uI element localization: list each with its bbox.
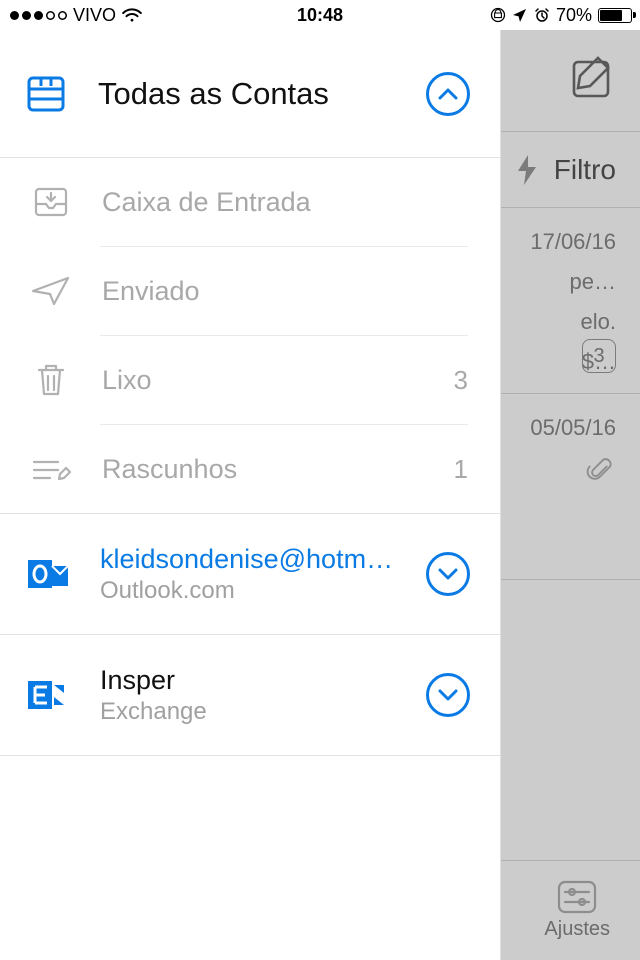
outlook-icon [26,552,70,596]
folder-trash[interactable]: Lixo 3 [0,336,500,424]
battery-icon [598,8,632,23]
orientation-lock-icon [490,7,506,23]
account-exchange[interactable]: Insper Exchange [0,635,500,755]
inbox-icon [26,182,76,222]
drafts-icon [26,452,76,486]
expand-account-button[interactable] [426,673,470,717]
folder-label: Lixo [102,365,454,396]
account-email: Insper [100,665,400,696]
folder-drafts[interactable]: Rascunhos 1 [0,425,500,513]
exchange-icon [26,673,70,717]
all-accounts-icon [24,72,68,116]
folder-sent[interactable]: Enviado [0,247,500,335]
folder-list: Caixa de Entrada Enviado Lixo 3 [0,158,500,513]
folder-count: 1 [454,454,468,485]
folder-label: Caixa de Entrada [102,187,468,218]
sidebar-header[interactable]: Todas as Contas [0,30,500,158]
status-bar: VIVO 10:48 70% [0,0,640,30]
status-bar-right: 70% [490,5,632,26]
alarm-icon [534,7,550,23]
chevron-down-icon [438,567,458,581]
account-provider: Exchange [100,698,426,726]
folder-inbox[interactable]: Caixa de Entrada [0,158,500,246]
folder-count: 3 [454,365,468,396]
folder-label: Rascunhos [102,454,454,485]
trash-icon [26,360,76,400]
collapse-button[interactable] [426,72,470,116]
location-icon [512,7,528,23]
account-email: kleidsondenise@hotma… [100,544,400,575]
folder-label: Enviado [102,276,468,307]
account-outlook[interactable]: kleidsondenise@hotma… Outlook.com [0,514,500,634]
account-provider: Outlook.com [100,577,426,605]
expand-account-button[interactable] [426,552,470,596]
chevron-down-icon [438,688,458,702]
sent-icon [26,274,76,308]
chevron-up-icon [438,87,458,101]
accounts-sidebar: Todas as Contas Caixa de Entrada Enviado [0,30,500,960]
sidebar-title: Todas as Contas [98,76,426,112]
battery-percent: 70% [556,5,592,26]
